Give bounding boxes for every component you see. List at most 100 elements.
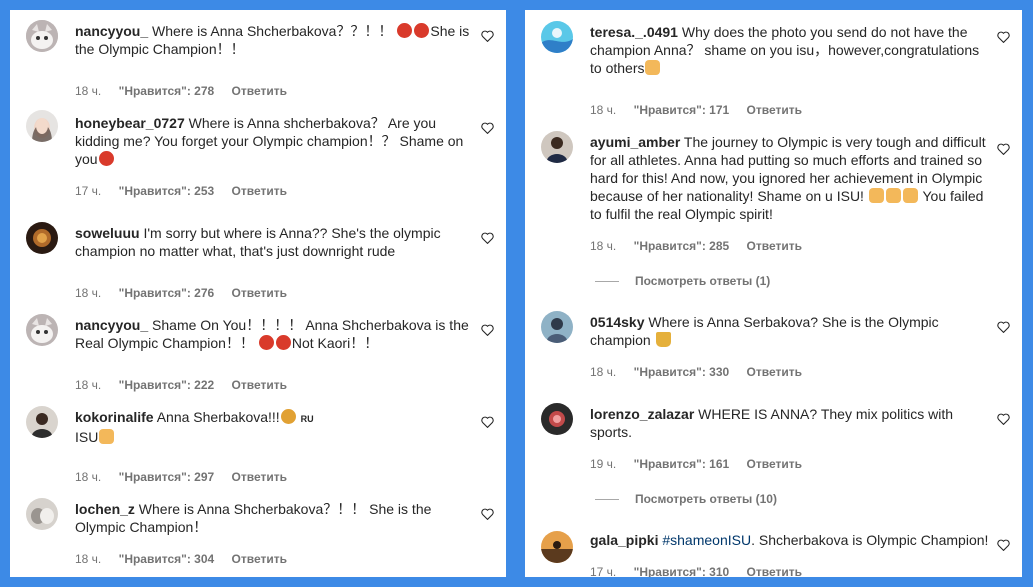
username-link[interactable]: nancyyou_ — [75, 23, 148, 39]
reply-button[interactable]: Ответить — [232, 552, 287, 566]
heart-icon[interactable] — [481, 232, 494, 244]
username-link[interactable]: lochen_z — [75, 501, 135, 517]
view-replies-label: Посмотреть ответы (10) — [635, 492, 777, 506]
angry-face-icon — [414, 23, 430, 38]
avatar[interactable] — [26, 20, 58, 52]
comment-meta: 18 ч. "Нравится": 171 Ответить — [590, 103, 816, 117]
comment-meta: 18 ч. "Нравится": 304 Ответить — [75, 552, 301, 566]
username-link[interactable]: nancyyou_ — [75, 317, 148, 333]
angry-face-icon — [275, 335, 291, 350]
comment-text: nancyyou_ Where is Anna Shcherbakova？？！！… — [75, 22, 475, 58]
comment-text: gala_pipki #shameonISU. Shcherbakova is … — [590, 531, 990, 549]
hashtag-link[interactable]: #shameonISU — [662, 532, 751, 548]
likes-count[interactable]: "Нравится": 297 — [119, 470, 215, 484]
thumbs-down-icon — [99, 429, 115, 444]
avatar[interactable] — [26, 406, 58, 438]
username-link[interactable]: 0514sky — [590, 314, 645, 330]
likes-count[interactable]: "Нравится": 304 — [119, 552, 215, 566]
thumbs-down-icon — [885, 188, 901, 203]
likes-count[interactable]: "Нравится": 161 — [634, 457, 730, 471]
comment-text: honeybear_0727 Where is Anna shcherbakov… — [75, 114, 475, 168]
heart-icon[interactable] — [481, 324, 494, 336]
reply-button[interactable]: Ответить — [232, 84, 287, 98]
heart-icon[interactable] — [997, 413, 1010, 425]
angry-face-icon — [397, 23, 413, 38]
avatar[interactable] — [26, 314, 58, 346]
comment-meta: 18 ч. "Нравится": 285 Ответить — [590, 239, 816, 253]
comment-time: 18 ч. — [590, 239, 617, 253]
likes-count[interactable]: "Нравится": 222 — [119, 378, 215, 392]
view-replies-button[interactable]: Посмотреть ответы (10) — [595, 492, 777, 506]
likes-count[interactable]: "Нравится": 285 — [634, 239, 730, 253]
reply-button[interactable]: Ответить — [232, 286, 287, 300]
heart-icon[interactable] — [997, 539, 1010, 551]
comment-time: 19 ч. — [590, 457, 617, 471]
username-link[interactable]: lorenzo_zalazar — [590, 406, 694, 422]
reply-button[interactable]: Ответить — [232, 378, 287, 392]
comment-body: . Shcherbakova is Olympic Champion! — [751, 532, 989, 548]
avatar[interactable] — [541, 531, 573, 563]
likes-count[interactable]: "Нравится": 171 — [634, 103, 730, 117]
reply-button[interactable]: Ответить — [232, 470, 287, 484]
heart-icon[interactable] — [997, 31, 1010, 43]
username-link[interactable]: honeybear_0727 — [75, 115, 185, 131]
reply-button[interactable]: Ответить — [232, 184, 287, 198]
reply-button[interactable]: Ответить — [747, 565, 802, 577]
view-replies-button[interactable]: Посмотреть ответы (1) — [595, 274, 770, 288]
username-link[interactable]: ayumi_amber — [590, 134, 680, 150]
comment-body-end: Not Kaori！！ — [291, 335, 379, 351]
comment-time: 18 ч. — [75, 378, 102, 392]
likes-count[interactable]: "Нравится": 330 — [634, 365, 730, 379]
comment-time: 17 ч. — [75, 184, 102, 198]
heart-icon[interactable] — [481, 122, 494, 134]
reply-button[interactable]: Ответить — [747, 103, 802, 117]
heart-icon[interactable] — [997, 321, 1010, 333]
avatar[interactable] — [541, 403, 573, 435]
replies-divider — [595, 281, 619, 283]
username-link[interactable]: kokorinalife — [75, 409, 154, 425]
medal-icon — [280, 409, 296, 424]
comment-meta: 17 ч. "Нравится": 310 Ответить — [590, 565, 816, 577]
username-link[interactable]: gala_pipki — [590, 532, 658, 548]
comment-text: lochen_z Where is Anna Shcherbakova？！！ S… — [75, 500, 475, 536]
comment-text: ayumi_amber The journey to Olympic is ve… — [590, 133, 990, 223]
username-link[interactable]: teresa._.0491 — [590, 24, 678, 40]
comment-meta: 18 ч. "Нравится": 276 Ответить — [75, 286, 301, 300]
comments-panel-right: teresa._.0491 Why does the photo you sen… — [525, 10, 1022, 577]
comment-meta: 18 ч. "Нравится": 222 Ответить — [75, 378, 301, 392]
comment-meta: 18 ч. "Нравится": 330 Ответить — [590, 365, 816, 379]
avatar[interactable] — [541, 21, 573, 53]
heart-icon[interactable] — [481, 30, 494, 42]
avatar[interactable] — [26, 222, 58, 254]
username-link[interactable]: soweluuu — [75, 225, 140, 241]
comment-meta: 18 ч. "Нравится": 278 Ответить — [75, 84, 301, 98]
comment-text: lorenzo_zalazar WHERE IS ANNA? They mix … — [590, 405, 990, 441]
comment-body-line2: ISU — [75, 429, 99, 445]
comment-text: soweluuu I'm sorry but where is Anna?? S… — [75, 224, 475, 260]
comment-time: 18 ч. — [590, 365, 617, 379]
view-replies-label: Посмотреть ответы (1) — [635, 274, 771, 288]
heart-icon[interactable] — [481, 508, 494, 520]
comment-meta: 19 ч. "Нравится": 161 Ответить — [590, 457, 816, 471]
comment-meta: 18 ч. "Нравится": 297 Ответить — [75, 470, 301, 484]
reply-button[interactable]: Ответить — [747, 365, 802, 379]
comment-text: nancyyou_ Shame On You！！！！ Anna Shcherba… — [75, 316, 475, 352]
avatar[interactable] — [541, 131, 573, 163]
heart-icon[interactable] — [481, 416, 494, 428]
comment-text: 0514sky Where is Anna Serbakova? She is … — [590, 313, 990, 349]
comment-time: 18 ч. — [75, 84, 102, 98]
likes-count[interactable]: "Нравится": 253 — [119, 184, 215, 198]
likes-count[interactable]: "Нравится": 310 — [634, 565, 730, 577]
comment-meta: 17 ч. "Нравится": 253 Ответить — [75, 184, 301, 198]
reply-button[interactable]: Ответить — [747, 239, 802, 253]
comment-body: Anna Sherbakova!!! — [156, 409, 280, 425]
cursing-face-icon — [98, 151, 114, 166]
avatar[interactable] — [26, 110, 58, 142]
avatar[interactable] — [26, 498, 58, 530]
heart-icon[interactable] — [997, 143, 1010, 155]
avatar[interactable] — [541, 311, 573, 343]
likes-count[interactable]: "Нравится": 276 — [119, 286, 215, 300]
likes-count[interactable]: "Нравится": 278 — [119, 84, 215, 98]
comment-text: teresa._.0491 Why does the photo you sen… — [590, 23, 990, 77]
reply-button[interactable]: Ответить — [747, 457, 802, 471]
